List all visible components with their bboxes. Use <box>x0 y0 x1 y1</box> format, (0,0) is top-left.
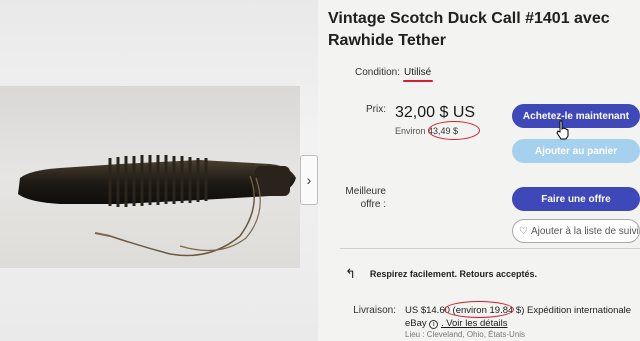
shipping-line-2: eBay i . Voir les détails <box>405 318 507 329</box>
duck-call-image <box>18 155 296 257</box>
make-offer-button[interactable]: Faire une offre <box>512 187 640 211</box>
price-value: 32,00 $ US <box>395 104 476 121</box>
chevron-right-icon: › <box>306 172 312 188</box>
condition-label: Condition: <box>354 67 400 78</box>
returns-row: ↰ Respirez facilement. Retours acceptés. <box>345 266 537 282</box>
add-to-cart-button[interactable]: Ajouter au panier <box>512 139 640 163</box>
shipping-label: Livraison: <box>353 305 396 316</box>
condition-value: Utilisé <box>404 67 432 78</box>
best-offer-label-line1: Meilleure <box>345 186 386 197</box>
listing-title: Vintage Scotch Duck Call #1401 avec Rawh… <box>328 10 610 49</box>
shipping-amount: US $14.60 <box>405 305 450 316</box>
best-offer-label: Meilleure offre : <box>330 185 386 211</box>
hand-cursor-icon <box>556 120 569 140</box>
shipping-approx: (environ 19.84 $) <box>452 305 525 316</box>
next-image-arrow[interactable]: › <box>300 155 318 205</box>
best-offer-label-line2: offre : <box>360 199 386 210</box>
shipping-method: Expédition internationale <box>527 305 632 316</box>
item-location: Lieu : Cleveland, Ohio, États-Unis <box>405 330 526 339</box>
shipping-details-link[interactable]: . Voir les détails <box>441 318 508 329</box>
return-arrow-icon: ↰ <box>345 266 356 281</box>
approx-price-value: 43,49 $ <box>428 126 459 136</box>
product-photo[interactable] <box>0 86 300 268</box>
buy-now-button[interactable]: Achetez-le maintenant <box>512 104 640 128</box>
shipping-line-1: US $14.60 (environ 19.84 $) Expédition i… <box>405 305 631 316</box>
approx-price: Environ 43,49 $ <box>395 126 458 136</box>
section-divider <box>340 248 640 249</box>
returns-text: Respirez facilement. Retours acceptés. <box>369 269 537 279</box>
image-gallery: › <box>0 0 318 341</box>
approx-prefix: Environ <box>395 126 426 136</box>
heart-icon: ♡ <box>519 225 528 237</box>
watchlist-button[interactable]: ♡ Ajouter à la liste de suivi <box>512 219 640 243</box>
info-icon[interactable]: i <box>429 320 439 329</box>
watchlist-button-label: Ajouter à la liste de suivi <box>530 225 639 237</box>
price-label: Prix: <box>366 104 386 115</box>
shipping-carrier: eBay <box>405 318 427 329</box>
annotation-underline <box>403 80 433 82</box>
